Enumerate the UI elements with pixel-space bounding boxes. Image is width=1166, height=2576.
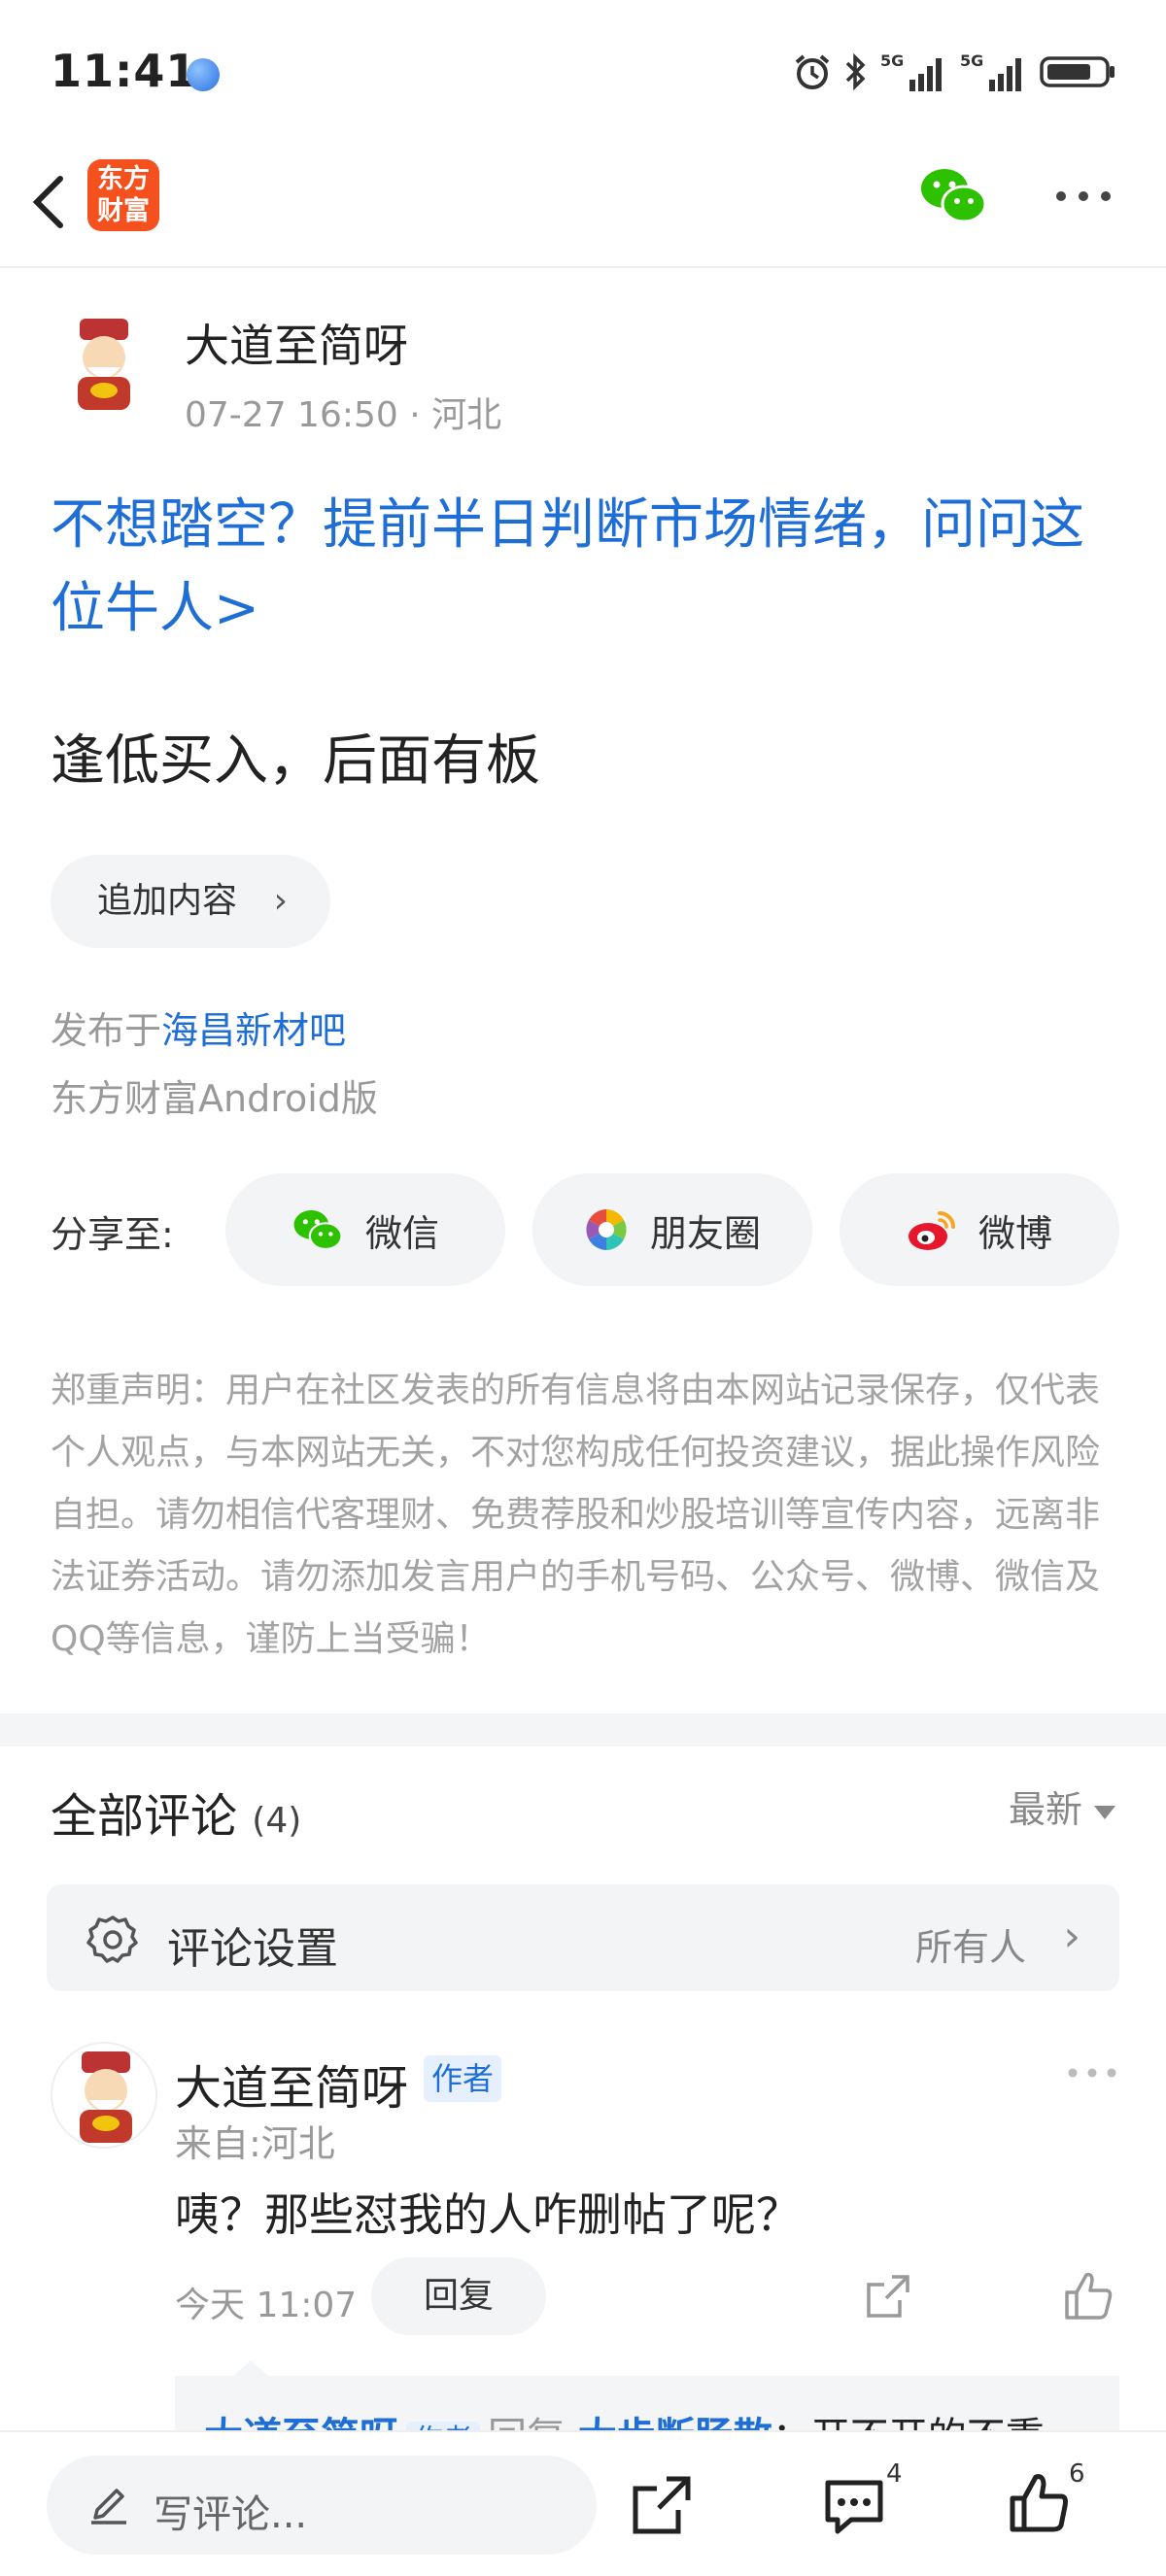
meta-separator: · [409, 395, 432, 435]
share-wechat-label: 微信 [364, 1211, 439, 1255]
share-weibo-button[interactable]: 微博 [840, 1173, 1119, 1286]
share-moments-label: 朋友圈 [649, 1211, 761, 1255]
promo-link[interactable]: 不想踏空？提前半日判断市场情绪，问问这位牛人> [51, 484, 1129, 651]
post-body: 逢低买入，后面有板 [51, 729, 540, 793]
write-comment-placeholder: 写评论... [154, 2492, 308, 2537]
author-avatar[interactable] [51, 311, 157, 418]
more-icon[interactable] [1053, 185, 1114, 208]
comment-like-icon[interactable] [1061, 2269, 1114, 2322]
battery-icon [1040, 56, 1115, 87]
comment-settings-label: 评论设置 [167, 1924, 338, 1974]
wechat-share-icon[interactable] [919, 165, 987, 225]
status-bar: 11:41 5G 5G [0, 0, 1166, 146]
pen-icon [91, 2489, 126, 2525]
reply-button[interactable]: 回复 [371, 2257, 546, 2335]
signal-icon-1: 5G [880, 51, 942, 91]
share-wechat-button[interactable]: 微信 [225, 1173, 505, 1286]
alarm-icon [795, 54, 830, 89]
bar-link[interactable]: 海昌新材吧 [161, 1009, 346, 1052]
sort-dropdown[interactable]: 最新 [1009, 1779, 1115, 1833]
logo-text-top: 东方 [97, 164, 150, 194]
browser-globe-icon [187, 58, 220, 91]
comment-time: 今天 11:07 [175, 2286, 358, 2325]
write-comment-input[interactable]: 写评论... [47, 2456, 597, 2555]
post-location: 河北 [431, 395, 502, 435]
append-content-button[interactable]: 追加内容 › [51, 855, 330, 948]
comment-count-badge: 4 [886, 2459, 903, 2489]
comments-title-label: 全部评论 [51, 1789, 238, 1844]
share-weibo-label: 微博 [977, 1211, 1052, 1255]
append-content-label: 追加内容 [97, 881, 238, 921]
back-arrow-icon[interactable] [21, 163, 80, 241]
gear-icon [86, 1915, 138, 1963]
like-count-badge: 6 [1069, 2459, 1085, 2489]
wechat-icon [293, 1209, 343, 1251]
disclaimer: 郑重声明：用户在社区发表的所有信息将由本网站记录保存，仅代表个人观点，与本网站无… [51, 1371, 1101, 1659]
post-meta: 07-27 16:50 · 河北 [185, 387, 501, 437]
status-icons: 5G 5G [793, 51, 1117, 93]
signal-icon-2: 5G [960, 51, 1021, 91]
bluetooth-icon [845, 52, 866, 91]
moments-icon [586, 1209, 627, 1250]
client-info: 东方财富Android版 [51, 1077, 378, 1120]
published-in: 发布于海昌新材吧 [51, 1000, 346, 1054]
app-logo: 东方 财富 [87, 159, 159, 231]
chevron-right-icon: › [1063, 1912, 1080, 1961]
comment-share-icon[interactable] [863, 2271, 913, 2322]
comments-title: 全部评论 (4) [51, 1778, 301, 1846]
sort-label: 最新 [1008, 1788, 1082, 1831]
comment-location: 来自:河北 [175, 2122, 335, 2165]
published-prefix: 发布于 [51, 1009, 162, 1052]
like-icon[interactable] [1007, 2471, 1071, 2535]
bottom-bar: 写评论... 4 6 [0, 2430, 1166, 2576]
comment-icon[interactable] [822, 2473, 886, 2537]
post-time: 07-27 16:50 [185, 395, 398, 435]
comment-avatar[interactable] [51, 2042, 157, 2149]
comment-more-icon[interactable] [1067, 2065, 1117, 2081]
weibo-icon [908, 1211, 955, 1250]
share-moments-button[interactable]: 朋友圈 [532, 1173, 812, 1286]
comment-settings-value: 所有人 [914, 1926, 1026, 1969]
comment-settings-row[interactable]: 评论设置 所有人 › [47, 1884, 1119, 1991]
reply-caret [233, 2360, 268, 2376]
share-icon[interactable] [630, 2473, 694, 2537]
chevron-right-icon: › [273, 881, 288, 921]
top-nav: 东方 财富 [0, 146, 1166, 268]
comment-text: 咦？那些怼我的人咋删帖了呢？ [175, 2188, 801, 2241]
logo-text-bottom: 财富 [97, 196, 150, 226]
comments-count: (4) [252, 1801, 302, 1841]
status-time: 11:41 [51, 45, 198, 97]
post-author-name[interactable]: 大道至简呀 [185, 311, 408, 375]
author-badge: 作者 [424, 2055, 502, 2102]
comment-author-name[interactable]: 大道至简呀 [175, 2050, 408, 2118]
svg-text:5G: 5G [960, 51, 983, 70]
section-divider [0, 1713, 1166, 1746]
svg-text:5G: 5G [880, 51, 904, 70]
dropdown-triangle-icon [1094, 1805, 1115, 1819]
share-label: 分享至: [51, 1213, 174, 1256]
